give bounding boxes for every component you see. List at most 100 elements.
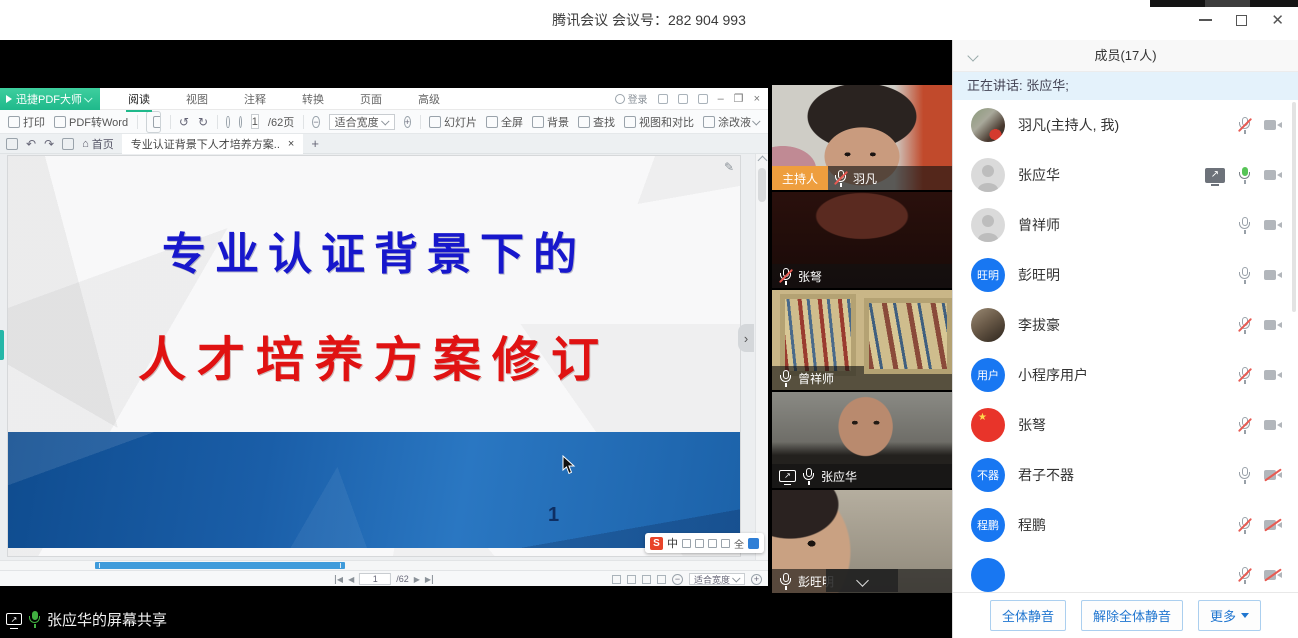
unmute-all-button[interactable]: 解除全体静音	[1081, 600, 1183, 631]
mic-icon[interactable]	[1238, 267, 1251, 284]
layout-facing-icon[interactable]	[642, 575, 651, 584]
find-button[interactable]: 查找	[578, 114, 615, 130]
redo-icon[interactable]: ↷	[44, 137, 54, 151]
mic-icon[interactable]	[1238, 367, 1251, 384]
share-icon[interactable]	[678, 94, 688, 104]
next-page-button[interactable]	[239, 116, 242, 128]
fullscreen-button[interactable]: 全屏	[486, 114, 523, 130]
pencil-icon[interactable]: ✎	[724, 160, 734, 174]
member-row[interactable]: 不器 君子不器	[953, 450, 1298, 500]
mic-icon[interactable]	[1238, 517, 1251, 534]
next-page-arrow-button[interactable]: ›	[738, 324, 754, 352]
member-row[interactable]: 用户 小程序用户	[953, 350, 1298, 400]
background-button[interactable]: 背景	[532, 114, 569, 130]
member-row[interactable]: 程鹏 程鹏	[953, 500, 1298, 550]
mic-icon[interactable]	[1238, 417, 1251, 434]
member-row[interactable]: ★ 张弩	[953, 400, 1298, 450]
zoom-out-button[interactable]: −	[312, 116, 319, 128]
mic-icon[interactable]	[1238, 167, 1251, 184]
rotate-right-button[interactable]: ↻	[198, 115, 208, 129]
zoom-in-button[interactable]: +	[751, 574, 762, 585]
mute-all-button[interactable]: 全体静音	[990, 600, 1066, 631]
status-page-input[interactable]: 1	[359, 573, 391, 585]
member-row[interactable]: 张应华 ↗	[953, 150, 1298, 200]
scrollbar-thumb[interactable]	[95, 562, 345, 569]
ime-skin-icon[interactable]	[748, 538, 759, 549]
minimize-button[interactable]	[1199, 19, 1212, 21]
maximize-button[interactable]	[1236, 15, 1247, 26]
camera-icon[interactable]	[1264, 469, 1282, 482]
mic-icon[interactable]	[1238, 317, 1251, 334]
print-button[interactable]: 打印	[8, 114, 45, 130]
prev-page-button[interactable]	[226, 116, 229, 128]
slideshow-button[interactable]: 幻灯片	[429, 114, 477, 130]
member-row[interactable]: 旺明 彭旺明	[953, 250, 1298, 300]
zoom-select[interactable]: 适合宽度	[329, 114, 395, 130]
new-tab-button[interactable]: +	[311, 136, 319, 151]
next-page-button[interactable]: ▶	[414, 575, 420, 584]
video-thumbnail[interactable]: ↗ 张应华	[772, 392, 952, 488]
mic-icon[interactable]	[1238, 567, 1251, 584]
pdf-menu-tab-5[interactable]: 高级	[416, 88, 442, 110]
first-page-button[interactable]: ◀	[335, 575, 343, 584]
member-list-scrollbar[interactable]	[1292, 102, 1296, 312]
open-file-icon[interactable]	[6, 138, 18, 150]
member-row[interactable]: 曾祥师	[953, 200, 1298, 250]
login-button[interactable]: 登录	[615, 91, 648, 106]
pdf-minimize-button[interactable]: –	[718, 93, 724, 105]
video-thumbnail[interactable]: 主持人 羽凡	[772, 85, 952, 190]
video-thumbnail[interactable]: 曾祥师	[772, 290, 952, 390]
corrector-button[interactable]: 涂改液	[703, 114, 760, 130]
pdf-restore-button[interactable]: ❐	[734, 92, 744, 105]
settings-icon[interactable]	[698, 94, 708, 104]
ime-keyboard-icon[interactable]	[721, 539, 730, 548]
side-panel-handle[interactable]	[0, 330, 4, 360]
camera-icon[interactable]	[1264, 319, 1282, 332]
compare-button[interactable]: 视图和对比	[624, 114, 694, 130]
last-page-button[interactable]: ▶	[425, 575, 433, 584]
prev-page-button[interactable]: ◀	[348, 575, 354, 584]
camera-icon[interactable]	[1264, 119, 1282, 132]
pdf-menu-tab-2[interactable]: 注释	[242, 88, 268, 110]
horizontal-scrollbar[interactable]	[0, 560, 768, 570]
ime-emoji-icon[interactable]	[695, 539, 704, 548]
video-thumbnail[interactable]: 张弩	[772, 192, 952, 288]
tab-close-icon[interactable]: ×	[288, 138, 294, 150]
ime-mode-label[interactable]: 中	[667, 535, 678, 551]
pdf-app-badge[interactable]: 迅捷PDF大师	[0, 88, 100, 110]
member-row[interactable]: 李拔豪	[953, 300, 1298, 350]
home-tab[interactable]: ⌂首页	[82, 136, 114, 152]
camera-icon[interactable]	[1264, 519, 1282, 532]
layout-continuous-icon[interactable]	[627, 575, 636, 584]
pdf-menu-tab-4[interactable]: 页面	[358, 88, 384, 110]
mic-icon[interactable]	[1238, 217, 1251, 234]
feedback-icon[interactable]	[658, 94, 668, 104]
ime-punct-icon[interactable]	[682, 539, 691, 548]
camera-icon[interactable]	[1264, 269, 1282, 282]
page-number-input[interactable]: 1	[251, 114, 259, 129]
layout-single-icon[interactable]	[612, 575, 621, 584]
camera-icon[interactable]	[1264, 169, 1282, 182]
camera-icon[interactable]	[1264, 419, 1282, 432]
video-thumbnail[interactable]: 彭旺明	[772, 490, 952, 593]
close-button[interactable]: ✕	[1271, 13, 1284, 28]
ime-mic-icon[interactable]	[708, 539, 717, 548]
status-zoom-select[interactable]: 适合宽度	[689, 573, 745, 585]
more-button[interactable]: 更多	[1198, 600, 1261, 631]
save-icon[interactable]	[62, 138, 74, 150]
mic-icon[interactable]	[1238, 117, 1251, 134]
single-page-button[interactable]: 单页	[147, 112, 161, 132]
collapse-chevron-button[interactable]	[826, 569, 898, 592]
scroll-up-icon[interactable]	[758, 156, 768, 166]
pdf-menu-tab-1[interactable]: 视图	[184, 88, 210, 110]
zoom-out-button[interactable]: −	[672, 574, 683, 585]
pdf-menu-tab-3[interactable]: 转换	[300, 88, 326, 110]
ime-toolbar[interactable]: S 中 全	[645, 533, 764, 553]
rotate-left-button[interactable]: ↺	[179, 115, 189, 129]
camera-icon[interactable]	[1264, 569, 1282, 582]
pdf-close-button[interactable]: ×	[754, 93, 760, 105]
mic-icon[interactable]	[1238, 467, 1251, 484]
vertical-scrollbar[interactable]	[755, 154, 768, 560]
member-row[interactable]: 羽凡(主持人, 我)	[953, 100, 1298, 150]
zoom-in-button[interactable]: +	[404, 116, 411, 128]
